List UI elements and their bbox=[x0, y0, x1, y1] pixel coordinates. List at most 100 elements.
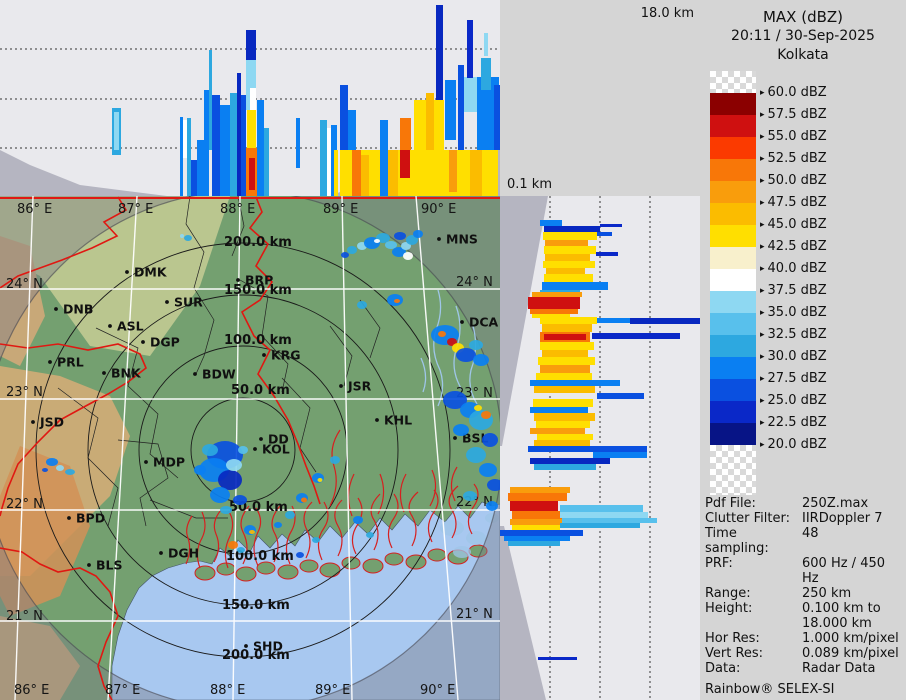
station-dot bbox=[141, 340, 145, 344]
right-profile-chart bbox=[500, 196, 700, 700]
echo-blob bbox=[438, 331, 446, 337]
echo-bar bbox=[470, 150, 482, 196]
echo-blob bbox=[194, 465, 206, 475]
echo-bar bbox=[530, 309, 578, 314]
echo-bar bbox=[510, 487, 570, 493]
echo-bar bbox=[560, 512, 648, 518]
echo-bar bbox=[543, 232, 597, 240]
echo-bar bbox=[512, 511, 562, 519]
lat-label: 23° N bbox=[6, 385, 43, 400]
station-label: BLS bbox=[96, 558, 123, 573]
station-dot bbox=[262, 353, 266, 357]
echo-bar bbox=[320, 120, 327, 196]
info-label: Data: bbox=[705, 661, 741, 676]
tick-arrow-icon: ▸ bbox=[760, 286, 765, 296]
echo-blob bbox=[238, 446, 248, 454]
echo-bar bbox=[458, 65, 464, 150]
scale-label: ▸ 57.5 dBZ bbox=[760, 107, 827, 122]
station-label: BNK bbox=[111, 366, 142, 381]
echo-bar bbox=[538, 357, 595, 365]
station-dot bbox=[125, 270, 129, 274]
echo-bar bbox=[508, 541, 560, 546]
scale-swatch bbox=[710, 115, 756, 137]
tick-arrow-icon: ▸ bbox=[760, 88, 765, 98]
scale-swatch bbox=[710, 225, 756, 247]
echo-bar bbox=[546, 268, 585, 274]
echo-blob bbox=[394, 232, 406, 240]
radar-map: 86° E 87° E 88° E 89° E 90° E 86° E 87° E 88° E… bbox=[0, 196, 500, 700]
scale-label: ▸ 60.0 dBZ bbox=[760, 85, 827, 100]
echo-bar bbox=[542, 282, 608, 290]
echo-bar bbox=[528, 446, 647, 452]
echo-blob bbox=[46, 458, 58, 466]
scale-label: ▸ 52.5 dBZ bbox=[760, 151, 827, 166]
station-dot bbox=[159, 551, 163, 555]
echo-bar bbox=[426, 93, 434, 150]
echo-blob bbox=[220, 506, 232, 514]
lon-label: 89° E bbox=[323, 202, 358, 217]
scale-swatch bbox=[710, 269, 756, 291]
software-name: Rainbow® SELEX-SI bbox=[705, 682, 835, 697]
echo-bar bbox=[352, 150, 361, 196]
station-dot bbox=[48, 360, 52, 364]
lat-label: 24° N bbox=[456, 275, 493, 290]
echo-bar bbox=[600, 224, 622, 227]
min-height-label: 0.1 km bbox=[507, 177, 552, 192]
station-dot bbox=[31, 420, 35, 424]
info-label: Hor Res: bbox=[705, 631, 760, 646]
echo-bar bbox=[445, 80, 456, 140]
scale-label: ▸ 55.0 dBZ bbox=[760, 129, 827, 144]
echo-bar bbox=[114, 112, 119, 150]
station-label: KOL bbox=[262, 442, 290, 457]
tick-arrow-icon: ▸ bbox=[760, 418, 765, 428]
echo-bar bbox=[530, 458, 610, 464]
station-dot bbox=[165, 300, 169, 304]
echo-blob bbox=[180, 234, 184, 238]
scale-label: ▸ 35.0 dBZ bbox=[760, 305, 827, 320]
echo-bar bbox=[400, 118, 411, 150]
echo-bar bbox=[191, 160, 197, 196]
lon-label: 87° E bbox=[118, 202, 153, 217]
echo-bar bbox=[543, 261, 595, 268]
scale-label: ▸ 45.0 dBZ bbox=[760, 217, 827, 232]
echo-bar bbox=[264, 128, 269, 196]
echo-bar bbox=[327, 128, 331, 196]
info-label: Height: bbox=[705, 601, 753, 616]
echo-bar bbox=[597, 318, 630, 323]
echo-bar bbox=[247, 110, 256, 148]
station-dot bbox=[253, 447, 257, 451]
echo-blob bbox=[249, 530, 255, 534]
station-label: MNS bbox=[446, 232, 478, 247]
tick-arrow-icon: ▸ bbox=[760, 220, 765, 230]
echo-blob bbox=[42, 468, 48, 472]
echo-bar bbox=[544, 274, 593, 282]
info-row: Vert Res: 0.089 km/pixel bbox=[705, 646, 905, 661]
info-row: PRF: 600 Hz / 450 Hz bbox=[705, 556, 905, 586]
station-label: ASL bbox=[117, 319, 144, 334]
station-dot bbox=[54, 307, 58, 311]
echo-bar bbox=[204, 90, 209, 196]
info-value: 250 km bbox=[802, 586, 852, 601]
echo-bar bbox=[545, 240, 588, 246]
echo-bar bbox=[630, 318, 700, 324]
station-label: DCA bbox=[469, 315, 499, 330]
info-label: Time sampling: bbox=[705, 526, 769, 556]
info-value: IIRDoppler 7 bbox=[802, 511, 883, 526]
echo-bar bbox=[530, 380, 620, 386]
info-label: Pdf File: bbox=[705, 496, 756, 511]
scale-swatch bbox=[710, 137, 756, 159]
station-label: MDP bbox=[153, 455, 185, 470]
lat-label: 21° N bbox=[456, 607, 493, 622]
echo-bar bbox=[334, 150, 338, 196]
lat-label: 21° N bbox=[6, 609, 43, 624]
echo-blob bbox=[56, 465, 64, 471]
echo-blob bbox=[285, 511, 295, 519]
echo-bar bbox=[542, 324, 592, 332]
scale-label: ▸ 22.5 dBZ bbox=[760, 415, 827, 430]
station-dot bbox=[87, 563, 91, 567]
echo-blob bbox=[65, 469, 75, 475]
scale-label: ▸ 40.0 dBZ bbox=[760, 261, 827, 276]
station-dot bbox=[244, 644, 248, 648]
info-value: 250Z.max bbox=[802, 496, 869, 511]
echo-bar bbox=[246, 30, 256, 65]
